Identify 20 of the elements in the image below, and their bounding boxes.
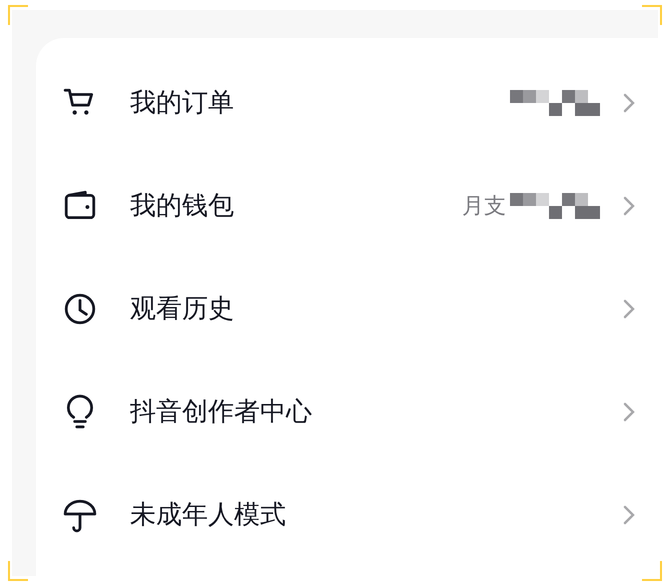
menu-item[interactable]: 我的订单	[36, 51, 658, 154]
menu-label: 未成年人模式	[130, 499, 287, 532]
chevron-right-icon	[622, 298, 636, 320]
corner-mark	[642, 561, 662, 581]
menu-label: 我的钱包	[130, 190, 235, 223]
menu-value: 月支	[462, 192, 506, 220]
menu-label: 抖音创作者中心	[130, 396, 313, 429]
menu-item[interactable]: 观看历史	[36, 257, 658, 360]
corner-mark	[8, 5, 28, 25]
chevron-right-icon	[622, 504, 636, 526]
chevron-right-icon	[622, 400, 636, 422]
menu-item[interactable]: 我的钱包 月支	[36, 154, 658, 257]
menu-label: 我的订单	[130, 87, 235, 120]
chevron-right-icon	[622, 92, 636, 114]
menu-item[interactable]: 未成年人模式	[36, 463, 658, 566]
chevron-right-icon	[622, 194, 636, 216]
corner-mark	[642, 5, 662, 25]
menu-item[interactable]: 抖音创作者中心	[36, 360, 658, 463]
menu-label: 观看历史	[130, 293, 235, 326]
corner-mark	[8, 561, 28, 581]
